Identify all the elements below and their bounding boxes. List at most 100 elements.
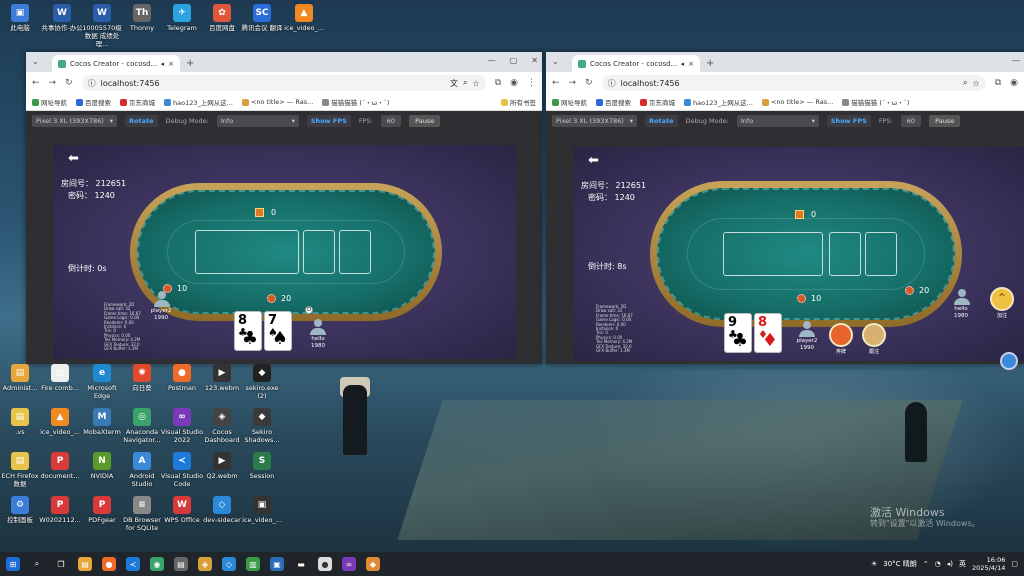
- game-canvas[interactable]: ⬅ 房间号： 212651 密码： 1240 0 10 20 倒计时: 8s h…: [574, 147, 1024, 361]
- clock[interactable]: 16:06 2025/4/14: [972, 556, 1005, 572]
- desktop-icon[interactable]: ◇ dev-sidecar: [200, 496, 244, 524]
- raise-up-icon[interactable]: ⌃: [990, 287, 1014, 311]
- desktop-icon[interactable]: ◆ Sekiro Shadows...: [240, 408, 284, 444]
- assistant-float-icon[interactable]: [1000, 352, 1018, 370]
- file-explorer-icon[interactable]: ▤: [78, 557, 92, 571]
- desktop-icon[interactable]: N NVIDIA: [80, 452, 124, 480]
- site-info-icon[interactable]: ⓘ: [88, 78, 96, 89]
- desktop-icon[interactable]: ≡ DB Browser for SQLite: [120, 496, 164, 532]
- site-info-icon[interactable]: ⓘ: [608, 78, 616, 89]
- desktop-icon[interactable]: ◎ Anaconda Navigator...: [120, 408, 164, 444]
- close-icon[interactable]: ✕: [531, 56, 538, 65]
- desktop-icon[interactable]: Th Thonny: [120, 4, 164, 32]
- bookmark-item[interactable]: 猫猫猫猫 (´・ω・`): [322, 97, 389, 107]
- desktop-icon[interactable]: ▶ Q2.webm: [200, 452, 244, 480]
- dev-sidecar-icon[interactable]: ◇: [222, 557, 236, 571]
- desktop-icon[interactable]: ⚙ 控制面板: [0, 496, 42, 524]
- game-canvas[interactable]: ⬅ 房间号： 212651 密码： 1240 0 10 20 D 倒计时: 0s…: [54, 145, 516, 359]
- minimize-icon[interactable]: —: [488, 56, 496, 65]
- firefox-icon[interactable]: ●: [102, 557, 116, 571]
- reload-icon[interactable]: ↻: [65, 78, 73, 88]
- visual-studio-icon[interactable]: ∞: [342, 557, 356, 571]
- bookmark-item[interactable]: <no title> — Ras...: [761, 98, 833, 106]
- star-icon[interactable]: ☆: [473, 79, 480, 88]
- star-icon[interactable]: ☆: [973, 79, 980, 88]
- debug-mode-select[interactable]: Info ▾: [736, 115, 819, 127]
- desktop-icon[interactable]: ◆ sekiro.exe (2): [240, 364, 284, 400]
- desktop-icon[interactable]: Pdocument...: [38, 452, 82, 480]
- pause-button[interactable]: Pause: [409, 115, 441, 127]
- notification-icon[interactable]: ▢: [1011, 560, 1018, 568]
- reload-icon[interactable]: ↻: [585, 78, 593, 88]
- desktop-icon[interactable]: W 共事协作-办公: [40, 4, 84, 32]
- task-view-icon[interactable]: ❐: [54, 557, 68, 571]
- desktop-icon[interactable]: ✿ 百度网盘: [200, 4, 244, 32]
- bookmark-item[interactable]: 网址导航: [32, 97, 67, 107]
- browser-tab[interactable]: Cocos Creator - cocosd... ◂ ×: [572, 55, 700, 72]
- desktop-icon[interactable]: ▣ ice_video_...: [240, 496, 284, 524]
- back-arrow-icon[interactable]: ←: [552, 78, 560, 88]
- bookmark-item[interactable]: 京东商城: [640, 97, 675, 107]
- desktop-icon[interactable]: ▣ 此电脑: [0, 4, 42, 32]
- tab-close-icon[interactable]: ×: [688, 60, 694, 68]
- back-arrow-icon[interactable]: ←: [32, 78, 40, 88]
- address-bar[interactable]: ⓘ localhost:7456 文 ⌕ ☆: [81, 75, 486, 91]
- desktop-icon[interactable]: ▤ .vs: [0, 408, 42, 436]
- start-icon[interactable]: ⊞: [6, 557, 20, 571]
- tab-close-icon[interactable]: ×: [168, 60, 174, 68]
- desktop-icon[interactable]: ▤ ECH Firefox 数据: [0, 452, 42, 488]
- back-arrow-icon[interactable]: ⬅: [68, 151, 79, 166]
- call-button[interactable]: [862, 323, 886, 347]
- desktop-icon[interactable]: A Android Studio: [120, 452, 164, 488]
- desktop-icon[interactable]: ∞ Visual Studio 2022: [160, 408, 204, 444]
- new-tab-button[interactable]: +: [706, 58, 714, 69]
- desktop-icon[interactable]: W WPS Office: [160, 496, 204, 524]
- desktop-icon[interactable]: e Microsoft Edge: [80, 364, 124, 400]
- volume-icon[interactable]: ◂): [947, 560, 953, 568]
- profile-icon[interactable]: ◉: [510, 78, 518, 88]
- terminal-icon[interactable]: ▬: [294, 557, 308, 571]
- forward-arrow-icon[interactable]: →: [49, 78, 57, 88]
- back-arrow-icon[interactable]: ⬅: [588, 153, 599, 168]
- app-icon[interactable]: ◆: [366, 557, 380, 571]
- desktop-icon[interactable]: ▲ ice_video_...: [282, 4, 326, 32]
- vscode-icon[interactable]: ≺: [126, 557, 140, 571]
- bookmark-item[interactable]: hao123_上网从这...: [684, 97, 753, 107]
- desktop-icon[interactable]: ▤ Administ...: [0, 364, 42, 392]
- desktop-icon[interactable]: P PDFgear: [80, 496, 124, 524]
- device-select[interactable]: Pixel 3 XL (393X786) ▾: [552, 115, 638, 127]
- desktop-icon[interactable]: ≺ Visual Studio Code: [160, 452, 204, 488]
- desktop-icon[interactable]: ▶ 123.webm: [200, 364, 244, 392]
- maximize-icon[interactable]: ▢: [510, 56, 518, 65]
- bookmark-item[interactable]: 网址导航: [552, 97, 587, 107]
- bookmark-item[interactable]: 百度搜索: [596, 97, 631, 107]
- bookmark-item[interactable]: 百度搜索: [76, 97, 111, 107]
- weather-text[interactable]: 30°C 晴朗: [883, 559, 917, 569]
- desktop-icon[interactable]: SC 腾讯会议 翻译: [240, 4, 284, 32]
- lang-indicator[interactable]: 英: [959, 559, 966, 569]
- debug-mode-select[interactable]: Info ▾: [216, 115, 299, 127]
- desktop-icon[interactable]: ▥ Fire comb...: [38, 364, 82, 392]
- address-bar[interactable]: ⓘ localhost:7456 ⌕ ☆: [601, 75, 986, 91]
- fps-input[interactable]: 60: [380, 115, 402, 127]
- bookmark-item[interactable]: <no title> — Ras...: [241, 98, 313, 106]
- bookmark-item[interactable]: 猫猫猫猫 (´・ω・`): [842, 97, 909, 107]
- desktop-icon[interactable]: M MobaXterm: [80, 408, 124, 436]
- fps-input[interactable]: 60: [900, 115, 922, 127]
- cocos-icon[interactable]: ◈: [198, 557, 212, 571]
- rotate-button[interactable]: Rotate: [645, 115, 678, 127]
- minimize-icon[interactable]: —: [1012, 56, 1020, 65]
- desktop-icon[interactable]: ◈ Cocos Dashboard: [200, 408, 244, 444]
- forward-arrow-icon[interactable]: →: [569, 78, 577, 88]
- bookmark-item[interactable]: hao123_上网从这...: [164, 97, 233, 107]
- zoom-icon[interactable]: ⌕: [463, 78, 467, 88]
- folder-icon[interactable]: ▤: [174, 557, 188, 571]
- show-fps-button[interactable]: Show FPS: [826, 115, 871, 127]
- desktop-icon[interactable]: ✺ 向日葵: [120, 364, 164, 392]
- network-icon[interactable]: ◔: [935, 560, 941, 568]
- desktop-icon[interactable]: ✈ Telegram: [160, 4, 204, 32]
- desktop-icon[interactable]: ▲ ice_video_...: [38, 408, 82, 436]
- desktop-icon[interactable]: S Session: [240, 452, 284, 480]
- desktop-icon[interactable]: ● Postman: [160, 364, 204, 392]
- tray-expand-icon[interactable]: ⌃: [923, 560, 929, 568]
